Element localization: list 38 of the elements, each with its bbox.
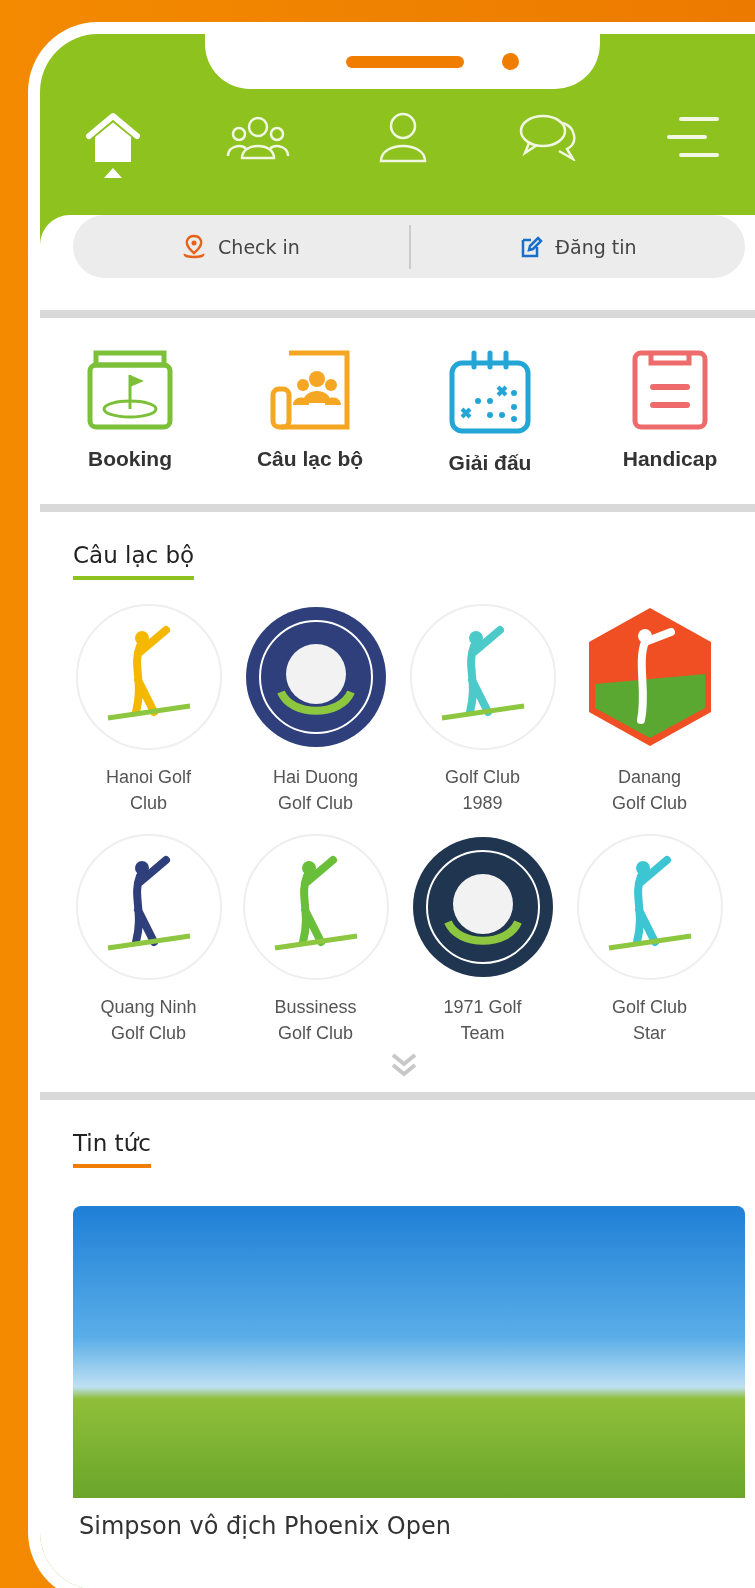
club-item[interactable]: Bussiness Golf Club — [232, 832, 399, 1046]
club-item[interactable]: Hanoi Golf Club — [65, 602, 232, 816]
club-name: Hanoi Golf Club — [104, 766, 192, 815]
club-name: Hai Duong Golf Club — [271, 766, 360, 815]
club-item[interactable]: Quang Ninh Golf Club — [65, 832, 232, 1046]
home-icon — [84, 112, 141, 162]
club-item[interactable]: Hai Duong Golf Club — [232, 602, 399, 816]
news-title: Simpson vô địch Phoenix Open — [78, 1511, 452, 1540]
section-title: Tin tức — [73, 1130, 151, 1168]
club-name: Bussiness Golf Club — [273, 996, 358, 1045]
club-item[interactable]: Golf Club Star — [566, 832, 733, 1046]
location-pin-icon — [182, 233, 207, 260]
club-item[interactable]: 1971 Golf Team — [399, 832, 566, 1046]
post-button[interactable]: Đăng tin — [409, 224, 745, 269]
club-members-icon — [269, 349, 351, 431]
group-icon — [225, 114, 290, 160]
club-name: 1971 Golf Team — [442, 996, 523, 1045]
menu-icon — [664, 114, 721, 160]
check-in-button[interactable]: Check in — [73, 224, 409, 269]
club-name: Quang Ninh Golf Club — [99, 996, 198, 1045]
club-name: Golf Club Star — [610, 996, 688, 1045]
shortcut-button[interactable]: Giải đấu — [400, 349, 580, 504]
shortcut-button[interactable]: Handicap — [580, 349, 755, 504]
news-card[interactable]: Simpson vô địch Phoenix Open — [73, 1206, 745, 1540]
speaker-icon — [346, 55, 464, 68]
club-item[interactable]: Danang Golf Club — [566, 602, 733, 816]
edit-note-icon — [519, 234, 544, 259]
shortcut-button[interactable]: Booking — [40, 349, 220, 504]
shortcut-button[interactable]: Câu lạc bộ — [220, 349, 400, 504]
active-pointer — [103, 168, 122, 178]
camera-icon — [502, 53, 519, 70]
golf-flag-icon — [86, 349, 174, 431]
clipboard-icon — [631, 349, 709, 431]
section-title: Câu lạc bộ — [73, 542, 195, 580]
club-item[interactable]: Golf Club 1989 — [399, 602, 566, 816]
calendar-icon — [448, 349, 532, 435]
club-name: Golf Club 1989 — [443, 766, 521, 815]
club-name: Danang Golf Club — [610, 766, 688, 815]
